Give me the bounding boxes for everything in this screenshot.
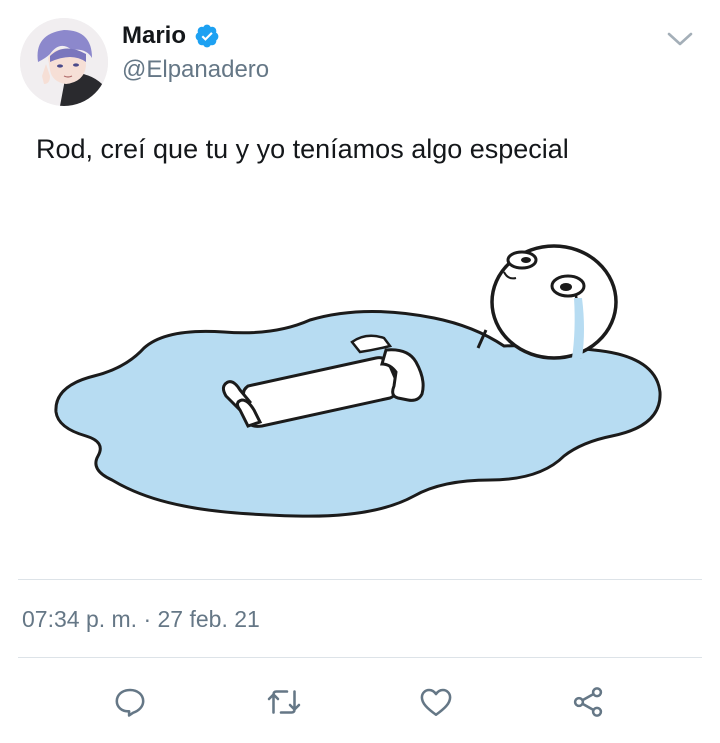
- avatar-image: [20, 18, 108, 106]
- meme-illustration: [34, 180, 686, 558]
- like-button[interactable]: [414, 680, 458, 724]
- share-button[interactable]: [566, 680, 610, 724]
- author-name[interactable]: Mario: [122, 22, 186, 50]
- like-icon: [420, 688, 452, 717]
- divider: [18, 657, 702, 658]
- divider: [18, 579, 702, 580]
- retweet-button[interactable]: [262, 680, 306, 724]
- retweet-icon: [267, 690, 301, 714]
- author-handle[interactable]: @Elpanadero: [122, 56, 269, 84]
- tweet-timestamp[interactable]: 07:34 p. m. · 27 feb. 21: [22, 606, 260, 633]
- reply-icon: [115, 688, 145, 717]
- tweet-text: Rod, creí que tu y yo teníamos algo espe…: [36, 134, 569, 164]
- avatar[interactable]: [20, 18, 108, 106]
- tweet-media-image[interactable]: [34, 180, 686, 558]
- verified-badge-icon: [194, 23, 220, 49]
- reply-button[interactable]: [108, 680, 152, 724]
- author-name-row: Mario: [122, 20, 220, 52]
- chevron-down-icon[interactable]: [664, 26, 696, 52]
- share-icon: [573, 687, 603, 717]
